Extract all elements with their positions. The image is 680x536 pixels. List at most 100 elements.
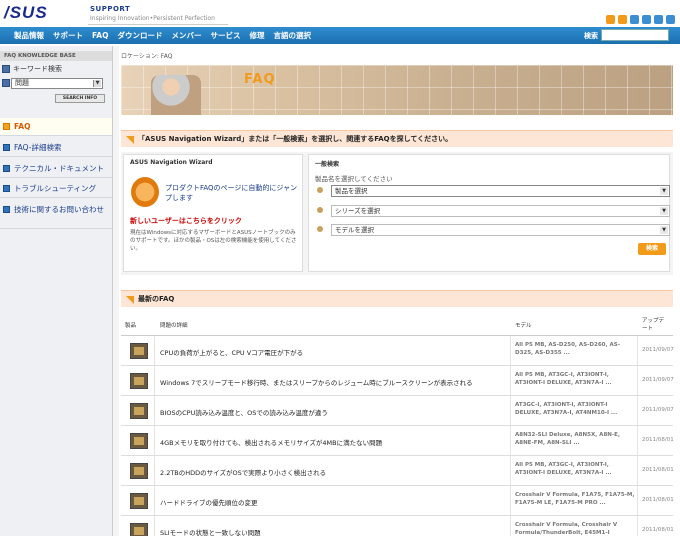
column-divider: [637, 336, 638, 365]
faq-banner: FAQ: [121, 65, 673, 115]
bullet-icon: [317, 207, 323, 213]
wizard-section-heading: 「ASUS Navigation Wizard」または「一般検索」を選択し、関連…: [121, 130, 673, 147]
mail-icon[interactable]: [654, 15, 663, 24]
checkbox-icon: [2, 79, 10, 87]
faq-question-link[interactable]: 2.2TBのHDDのサイズがOSで実際より小さく検出される: [160, 467, 326, 477]
print-icon[interactable]: [642, 15, 651, 24]
faq-models: All P5 MB, AT3GC-I, AT3IONT-I, AT3IONT-I…: [515, 462, 612, 476]
faq-date: 2011/08/01: [642, 527, 674, 533]
series-select[interactable]: シリーズを選択 ▼: [331, 205, 670, 217]
sidebar: FAQ KNOWLEDGE BASE キーワード検索 問題 ▼ SEARCH I…: [0, 46, 112, 536]
chevron-down-icon: ▼: [93, 80, 101, 87]
chevron-down-icon: ▼: [660, 226, 668, 234]
faq-models: Crosshair V Formula, Crosshair V Formula…: [515, 522, 618, 536]
faq-table-header: 製品 問題の詳細 モデル アップデート: [121, 314, 673, 336]
nav-item-member[interactable]: メンバー: [171, 30, 201, 41]
table-row[interactable]: 2.2TBのHDDのサイズがOSで実際より小さく検出される All P5 MB, …: [121, 456, 674, 486]
col-question[interactable]: 問題の詳細: [160, 321, 188, 329]
new-user-link[interactable]: 新しいユーザーはこちらをクリック: [130, 216, 242, 226]
question-option[interactable]: [2, 79, 10, 87]
nav-item-products[interactable]: 製品情報: [14, 30, 44, 41]
series-select-value: シリーズを選択: [335, 207, 381, 215]
col-model[interactable]: モデル: [515, 321, 532, 329]
bullet-icon: [317, 226, 323, 232]
asus-logo[interactable]: /SUS: [4, 3, 48, 23]
column-divider: [154, 366, 155, 395]
search-panel: ASUS Navigation Wizard プロダクトFAQのページに自動的に…: [121, 152, 673, 275]
question-select[interactable]: 問題 ▼: [11, 78, 103, 89]
search-button[interactable]: 検索: [638, 243, 666, 255]
banner-pattern: [121, 65, 673, 115]
sidebar-item-faq[interactable]: FAQ: [0, 118, 112, 136]
sidebar-item-tech-docs[interactable]: テクニカル・ドキュメント: [0, 160, 112, 178]
column-divider: [510, 516, 511, 536]
table-row[interactable]: SLIモードの状態と一致しない問題 Crosshair V Formula, Cr…: [121, 516, 674, 536]
table-row[interactable]: 4GBメモリを取り付けても、検出されるメモリサイズが4MBに満たない問題 A8N3…: [121, 426, 674, 456]
nav-item-repair[interactable]: 修理: [249, 30, 264, 41]
table-row[interactable]: BIOSのCPU読み込み温度と、OSでの読み込み温度が違う AT3GC-I, AT…: [121, 396, 674, 426]
column-divider: [154, 336, 155, 365]
model-select-value: モデルを選択: [335, 226, 374, 234]
faq-question-link[interactable]: SLIモードの状態と一致しない問題: [160, 527, 261, 536]
rss-icon[interactable]: [606, 15, 615, 24]
checkbox-icon: [2, 65, 10, 73]
nav-item-download[interactable]: ダウンロード: [117, 30, 162, 41]
product-select[interactable]: 製品を選択 ▼: [331, 185, 670, 197]
faq-date: 2011/08/01: [642, 497, 674, 503]
search-info-button[interactable]: SEARCH INFO: [55, 94, 105, 103]
site-header: /SUS SUPPORT Inspiring Innovation•Persis…: [0, 0, 680, 27]
sidebar-scrollbar[interactable]: [113, 46, 119, 536]
nav-item-language[interactable]: 言語の選択: [273, 30, 311, 41]
faq-question-link[interactable]: BIOSのCPU読み込み温度と、OSでの読み込み温度が違う: [160, 407, 328, 417]
sidebar-item-tech-inquiry[interactable]: 技術に関するお問い合わせ: [0, 201, 112, 229]
column-divider: [637, 486, 638, 515]
wizard-icon[interactable]: [131, 177, 159, 207]
nw-auto-jump-link[interactable]: プロダクトFAQのページに自動的にジャンプします: [165, 183, 300, 203]
support-label: SUPPORT: [90, 5, 131, 13]
arrow-icon: [3, 144, 10, 151]
sidebar-item-faq-advanced[interactable]: FAQ-詳細検索: [0, 139, 112, 157]
nav-search-input[interactable]: [601, 29, 669, 41]
bookmark-icon[interactable]: [618, 15, 627, 24]
arrow-icon: [3, 206, 10, 213]
column-divider: [510, 426, 511, 455]
sidebar-item-label: トラブルシューティング: [14, 184, 97, 193]
nav-search-label: 検索: [584, 32, 598, 40]
column-divider: [637, 426, 638, 455]
nw-description: 現在はWindowsに対応するマザーボードとASUSノートブックのみのサポートで…: [130, 230, 297, 252]
share-icon[interactable]: [630, 15, 639, 24]
keyword-search-label: キーワード検索: [13, 65, 62, 73]
table-row[interactable]: ハードドライブの優先順位の変更 Crosshair V Formula, F1A7…: [121, 486, 674, 516]
column-divider: [510, 336, 511, 365]
faq-question-link[interactable]: CPUの負荷が上がると、CPU Vコア電圧が下がる: [160, 347, 303, 357]
faq-question-link[interactable]: Windows 7でスリープモード移行時、またはスリープからのレジューム時にブル…: [160, 377, 473, 387]
col-product[interactable]: 製品: [125, 321, 136, 329]
table-row[interactable]: CPUの負荷が上がると、CPU Vコア電圧が下がる All P5 MB, AS-D…: [121, 336, 674, 366]
faq-models: All P5 MB, AT3GC-I, AT3IONT-I, AT3IONT-I…: [515, 372, 612, 386]
arrow-icon: [126, 296, 134, 304]
banner-person-image: [151, 75, 201, 115]
faq-models: Crosshair V Formula, F1A75, F1A75-M, F1A…: [515, 492, 635, 506]
facebook-icon[interactable]: [666, 15, 675, 24]
faq-date: 2011/09/07: [642, 407, 674, 413]
model-select[interactable]: モデルを選択 ▼: [331, 224, 670, 236]
column-divider: [637, 456, 638, 485]
table-row[interactable]: Windows 7でスリープモード移行時、またはスリープからのレジューム時にブル…: [121, 366, 674, 396]
product-thumbnail-icon: [130, 463, 148, 479]
keyword-search-option[interactable]: キーワード検索: [2, 64, 62, 74]
column-divider: [637, 366, 638, 395]
navigation-wizard-box: ASUS Navigation Wizard プロダクトFAQのページに自動的に…: [123, 154, 303, 272]
nav-item-service[interactable]: サービス: [210, 30, 240, 41]
wizard-heading-text: 「ASUS Navigation Wizard」または「一般検索」を選択し、関連…: [138, 135, 453, 143]
col-updated[interactable]: アップデート: [642, 317, 666, 333]
nav-item-support[interactable]: サポート: [53, 30, 83, 41]
arrow-icon: [126, 136, 134, 144]
kb-title: FAQ KNOWLEDGE BASE: [0, 51, 112, 61]
faq-question-link[interactable]: ハードドライブの優先順位の変更: [160, 497, 258, 507]
nav-item-faq[interactable]: FAQ: [92, 31, 108, 40]
sidebar-item-troubleshooting[interactable]: トラブルシューティング: [0, 180, 112, 198]
product-thumbnail-icon: [130, 403, 148, 419]
faq-models: All P5 MB, AS-D250, AS-D260, AS-D325, AS…: [515, 342, 620, 356]
banner-title: FAQ: [244, 72, 276, 87]
faq-question-link[interactable]: 4GBメモリを取り付けても、検出されるメモリサイズが4MBに満たない問題: [160, 437, 382, 447]
